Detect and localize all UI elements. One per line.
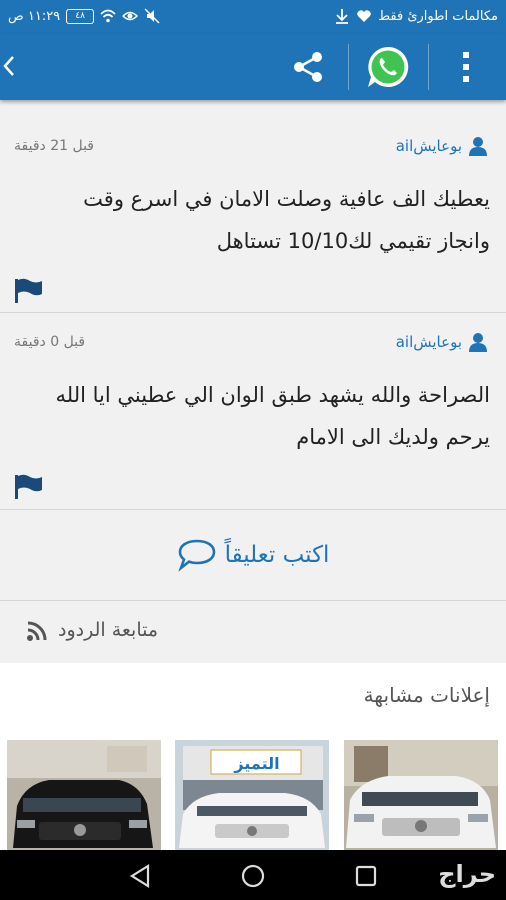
comment-time: قبل 21 دقيقة [14, 138, 95, 154]
home-nav-icon[interactable] [239, 862, 267, 890]
comment-text: الصراحة والله يشهد طبق الوان الي عطيني ا… [14, 374, 490, 458]
user-icon [469, 333, 487, 352]
similar-ad-thumbnail[interactable]: التميز [175, 740, 329, 850]
comment-author[interactable]: بوعايشail [396, 332, 488, 352]
comment-line: يعطيك الف عافية وصلت الامان في اسرع وقت [83, 187, 490, 211]
similar-ads-title: إعلانات مشابهة [363, 683, 490, 707]
app-bar-divider [348, 44, 349, 90]
follow-replies-label: متابعة الردود [58, 619, 159, 641]
follow-replies-row[interactable]: متابعة الردود [0, 601, 506, 663]
car-photo: التميز [175, 740, 329, 850]
car-photo [344, 740, 498, 850]
similar-ad-thumbnail[interactable] [344, 740, 498, 850]
comment-line: يرحم ولديك الى الامام [296, 425, 490, 449]
battery-icon: ٤٨ [66, 8, 95, 24]
heart-monitor-icon [357, 10, 371, 22]
similar-ads-section: إعلانات مشابهة التميز [0, 663, 506, 850]
comment-header: قبل 0 دقيقة بوعايشail [14, 330, 488, 358]
wifi-icon [100, 9, 116, 23]
brand-logo: حراج [438, 860, 496, 888]
comment-author[interactable]: بوعايشail [396, 136, 488, 156]
share-button[interactable] [282, 42, 334, 92]
status-right: مكالمات اطوارئ فقط [334, 8, 498, 24]
status-time: ١١:٢٩ ص [8, 8, 61, 24]
more-vertical-icon [463, 52, 469, 82]
divider [0, 509, 506, 510]
navigation-bar: حراج [0, 850, 506, 900]
user-icon [469, 137, 487, 156]
speech-bubble-icon [177, 539, 215, 572]
rss-icon [27, 621, 47, 641]
whatsapp-button[interactable] [362, 42, 414, 92]
status-bar: ١١:٢٩ ص ٤٨ مكالمات اطوارئ فقط [0, 0, 506, 34]
app-bar-divider [428, 44, 429, 90]
flag-icon[interactable] [14, 474, 44, 500]
flag-icon[interactable] [14, 278, 44, 304]
comment-line: الصراحة والله يشهد طبق الوان الي عطيني ا… [55, 383, 490, 407]
similar-ad-thumbnail[interactable] [7, 740, 161, 850]
author-name: بوعايشail [395, 137, 462, 155]
whatsapp-icon [368, 46, 409, 87]
comment-header: قبل 21 دقيقة بوعايشail [14, 134, 488, 162]
download-icon [336, 9, 349, 24]
showroom-sign-text: التميز [233, 754, 279, 773]
divider [0, 312, 506, 313]
app-bar [0, 34, 506, 100]
write-comment-label: اكتب تعليقاً [224, 542, 330, 568]
more-options-button[interactable] [452, 42, 480, 92]
mute-icon [144, 8, 160, 24]
comment-text: يعطيك الف عافية وصلت الامان في اسرع وقت … [14, 178, 490, 262]
back-nav-icon[interactable] [126, 862, 154, 890]
chevron-left-icon[interactable] [2, 54, 22, 80]
write-comment-button[interactable]: اكتب تعليقاً [0, 512, 506, 598]
author-name: بوعايشail [395, 333, 462, 351]
car-photo [7, 740, 161, 850]
share-icon [294, 52, 322, 82]
comment-line: وانجاز تقيمي لك10/10 تستاهل [216, 229, 490, 253]
carrier-text: مكالمات اطوارئ فقط [378, 8, 498, 24]
comment: قبل 0 دقيقة بوعايشail الصراحة والله يشهد… [0, 330, 506, 508]
eye-icon [122, 11, 139, 21]
recents-nav-icon[interactable] [352, 862, 380, 890]
comment-time: قبل 0 دقيقة [14, 334, 86, 350]
status-left: ١١:٢٩ ص ٤٨ [8, 8, 160, 24]
comment: قبل 21 دقيقة بوعايشail يعطيك الف عافية و… [0, 134, 506, 312]
